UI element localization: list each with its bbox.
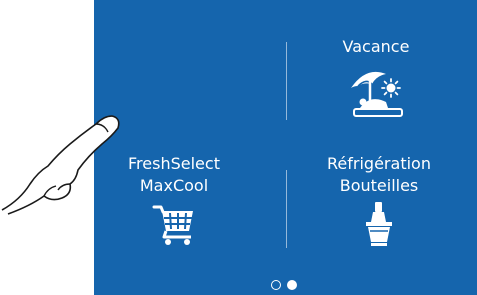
pointing-hand-icon [1, 115, 120, 215]
page-indicator [271, 280, 297, 290]
tile-vacation[interactable]: Vacance [321, 36, 431, 120]
tile-fresh-select-line1: FreshSelect [128, 154, 220, 173]
divider-bottom [286, 170, 287, 248]
beach-umbrella-icon [351, 71, 403, 117]
shopping-cart-icon [152, 205, 193, 245]
bottle-bucket-icon [366, 202, 392, 246]
page-dot-2-active[interactable] [287, 280, 297, 290]
page-dot-1[interactable] [271, 280, 281, 290]
tile-fresh-select-line2: MaxCool [139, 176, 209, 195]
tile-vacation-label: Vacance [342, 37, 410, 56]
tile-bottle-cooling-line1: Réfrigération [327, 154, 431, 173]
mode-selection-panel: Vacance FreshSelect MaxCool Réfrigératio… [94, 0, 477, 295]
screen: Vacance FreshSelect MaxCool Réfrigératio… [0, 0, 477, 295]
tile-bottle-cooling-line2: Bouteilles [339, 176, 419, 195]
tile-bottle-cooling[interactable]: Réfrigération Bouteilles [314, 153, 444, 248]
divider-top [286, 42, 287, 120]
tile-fresh-select[interactable]: FreshSelect MaxCool [114, 153, 234, 246]
